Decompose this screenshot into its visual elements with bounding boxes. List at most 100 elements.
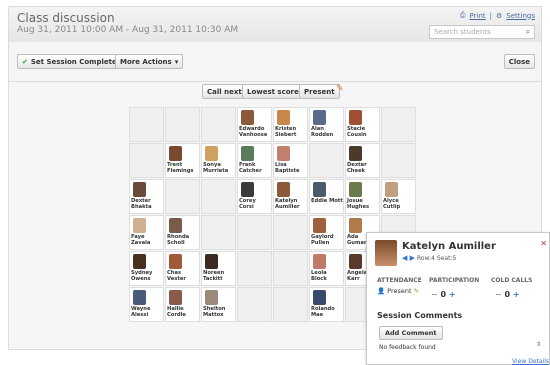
seat-cell[interactable]: Josue Hughes: [345, 179, 380, 214]
student-name-label: Katelyn Aumiller: [275, 198, 300, 210]
student-name-label: Alan Rodden: [311, 126, 334, 138]
student-name-label: Sonya Murrieta: [203, 162, 229, 174]
minus-icon[interactable]: −: [495, 290, 502, 299]
seat-cell[interactable]: Wayne Alessi: [129, 287, 164, 322]
empty-seat[interactable]: [237, 251, 272, 286]
arrow-left-icon[interactable]: ◀: [402, 254, 407, 262]
empty-seat[interactable]: [129, 143, 164, 178]
seat-cell[interactable]: Eddie Mott: [309, 179, 344, 214]
seat-cell[interactable]: Hallie Cordle: [165, 287, 200, 322]
seat-cell[interactable]: Shelton Mattox: [201, 287, 236, 322]
seat-cell[interactable]: Sonya Murrieta: [201, 143, 236, 178]
minus-icon[interactable]: −: [431, 290, 438, 299]
empty-seat[interactable]: [201, 215, 236, 250]
settings-link[interactable]: Settings: [506, 12, 535, 20]
empty-seat[interactable]: [237, 287, 272, 322]
seat-cell[interactable]: Rhonda Scholl: [165, 215, 200, 250]
student-photo: [313, 290, 326, 305]
seat-cell[interactable]: Lisa Baptiste: [273, 143, 308, 178]
empty-seat[interactable]: [309, 143, 344, 178]
empty-seat[interactable]: [201, 179, 236, 214]
student-photo: [313, 182, 326, 197]
empty-seat[interactable]: [273, 215, 308, 250]
seat-cell[interactable]: Faye Zavala: [129, 215, 164, 250]
chevron-down-icon: ▾: [174, 57, 179, 66]
student-name-label: Josue Hughes: [347, 198, 370, 210]
student-name-label: Stacie Cousin: [347, 126, 367, 138]
seat-cell[interactable]: Dexter Cheek: [345, 143, 380, 178]
student-name-label: Wayne Alessi: [131, 306, 151, 318]
seat-cell[interactable]: Leola Block: [309, 251, 344, 286]
view-details-link[interactable]: View Details: [512, 358, 549, 365]
attendance-header: ATTENDANCE: [377, 277, 422, 284]
seat-cell[interactable]: Dexter Bhakta: [129, 179, 164, 214]
seat-cell[interactable]: Stacie Cousin: [345, 107, 380, 142]
set-session-completed-button[interactable]: ✔ Set Session Completed: [17, 54, 127, 69]
pencil-icon[interactable]: ✎: [336, 84, 344, 94]
seat-cell[interactable]: Kristen Siebert: [273, 107, 308, 142]
search-icon[interactable]: ⌕: [522, 26, 534, 38]
search-placeholder: Search students: [434, 28, 491, 36]
seat-cell[interactable]: Alan Rodden: [309, 107, 344, 142]
seat-cell[interactable]: Alyce Cutlip: [381, 179, 416, 214]
gear-icon: ⚙: [496, 11, 503, 20]
present-button[interactable]: Present: [299, 84, 340, 99]
plus-icon[interactable]: +: [449, 290, 456, 299]
seat-cell[interactable]: Sydney Owens: [129, 251, 164, 286]
student-name-label: Kristen Siebert: [275, 126, 297, 138]
empty-seat[interactable]: [165, 107, 200, 142]
scroll-arrows-icon[interactable]: ⇕: [536, 341, 541, 348]
seat-cell[interactable]: Edwardo Vanhoose: [237, 107, 272, 142]
more-actions-label: More Actions: [120, 57, 172, 66]
more-actions-button[interactable]: More Actions ▾: [115, 54, 184, 69]
empty-seat[interactable]: [165, 179, 200, 214]
student-photo: [241, 110, 254, 125]
student-photo: [385, 182, 398, 197]
seating-chart-window: Class discussion Aug 31, 2011 10:00 AM -…: [0, 0, 550, 365]
student-name-label: Edwardo Vanhoose: [239, 126, 268, 138]
seat-cell[interactable]: Gaylord Pullen: [309, 215, 344, 250]
cold-calls-value: 0: [504, 290, 511, 299]
student-name-label: Alyce Cutlip: [383, 198, 401, 210]
add-comment-button[interactable]: Add Comment: [379, 326, 443, 340]
student-detail-popup: Katelyn Aumiller ◀ ▶ Row:4 Seat:5 ✕ ATTE…: [366, 232, 550, 365]
student-name-label: Gaylord Pullen: [311, 234, 334, 246]
plus-icon[interactable]: +: [513, 290, 520, 299]
close-button[interactable]: Close: [503, 54, 535, 69]
seat-cell[interactable]: Katelyn Aumiller: [273, 179, 308, 214]
student-photo: [277, 146, 290, 161]
student-name-label: Rhonda Scholl: [167, 234, 190, 246]
student-photo: [313, 110, 326, 125]
attendance-status[interactable]: 👤 Present ✎: [377, 287, 419, 295]
empty-seat[interactable]: [273, 287, 308, 322]
empty-seat[interactable]: [381, 107, 416, 142]
empty-seat[interactable]: [381, 143, 416, 178]
empty-seat[interactable]: [273, 251, 308, 286]
set-session-completed-label: Set Session Completed: [30, 57, 122, 66]
student-photo: [205, 146, 218, 161]
seat-cell[interactable]: Trent Flemings: [165, 143, 200, 178]
empty-seat[interactable]: [237, 215, 272, 250]
student-photo: [349, 146, 362, 161]
call-next-button[interactable]: Call next: [202, 84, 247, 99]
print-icon: ⎙: [459, 11, 466, 19]
student-avatar: [375, 240, 397, 266]
pencil-icon[interactable]: ✎: [414, 287, 419, 295]
seat-cell[interactable]: Noreen Tackitt: [201, 251, 236, 286]
student-photo: [349, 218, 362, 233]
empty-seat[interactable]: [201, 107, 236, 142]
student-photo: [169, 290, 182, 305]
search-input[interactable]: Search students ⌕: [429, 25, 535, 39]
print-link[interactable]: Print: [470, 12, 486, 20]
empty-seat[interactable]: [129, 107, 164, 142]
seat-cell[interactable]: Corey Corsi: [237, 179, 272, 214]
seat-cell[interactable]: Rolando Mae: [309, 287, 344, 322]
student-photo: [313, 254, 326, 269]
close-icon[interactable]: ✕: [540, 239, 547, 248]
arrow-right-icon[interactable]: ▶: [410, 254, 415, 262]
seat-cell[interactable]: Frank Catcher: [237, 143, 272, 178]
student-photo: [169, 146, 182, 161]
student-photo: [277, 182, 290, 197]
seat-cell[interactable]: Chas Vester: [165, 251, 200, 286]
session-comments-heading: Session Comments: [377, 311, 463, 320]
